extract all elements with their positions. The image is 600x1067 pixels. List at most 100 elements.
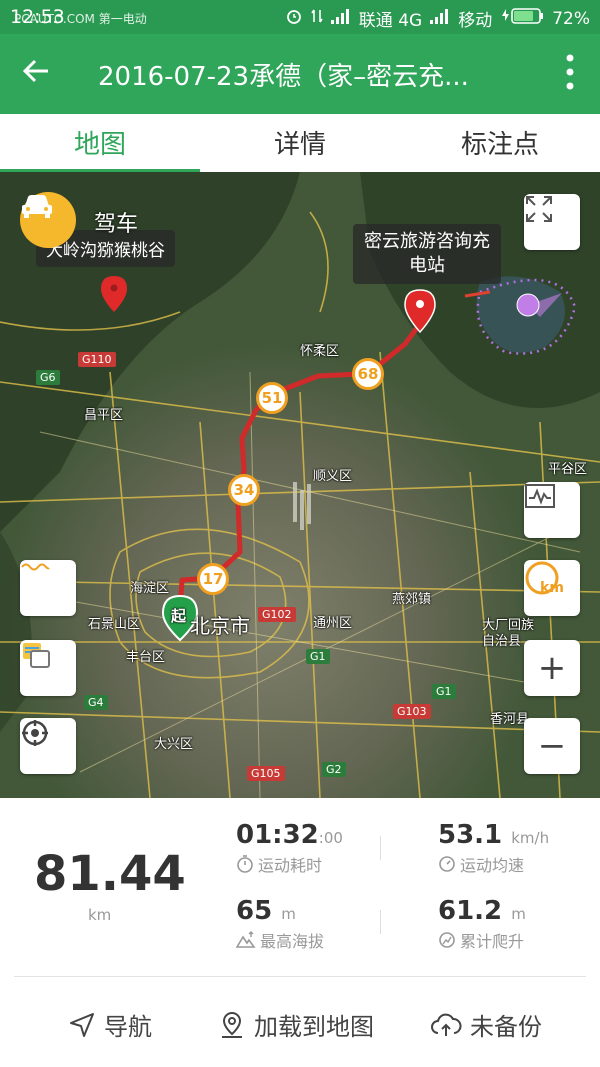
tab-map[interactable]: 地图 — [0, 124, 200, 161]
road-shield: G1 — [306, 649, 330, 664]
watermark-text: PCAUTO.COM 第一电动 — [14, 12, 147, 26]
backup-label: 未备份 — [470, 1013, 542, 1041]
drive-mode-label: 驾车 — [94, 212, 139, 237]
km-marker-toggle[interactable]: km — [524, 560, 580, 616]
status-icons: 联通 4G 移动 72% — [285, 6, 590, 31]
place-label: 海淀区 — [130, 581, 170, 596]
climb-value: 61.2 — [438, 896, 503, 926]
app-bar: 2016-07-23承德（家–密云充... — [0, 34, 600, 114]
duration-seconds: :00 — [318, 829, 343, 847]
status-bar: 12:53 PCAUTO.COM 第一电动 联通 4G 移动 72% — [0, 0, 600, 34]
road-shield: G1 — [432, 684, 456, 699]
tab-details[interactable]: 详情 — [200, 124, 400, 161]
divider — [380, 910, 381, 934]
load-to-map-label: 加载到地图 — [254, 1013, 374, 1041]
max-alt-unit: m — [281, 905, 296, 923]
route-style-button[interactable] — [20, 560, 76, 616]
signal-icon — [430, 8, 450, 29]
stat-climb: 61.2 m 累计爬升 — [438, 896, 526, 952]
end-popup[interactable]: 密云旅游咨询充 电站 — [353, 224, 501, 284]
fullscreen-button[interactable] — [524, 194, 580, 250]
place-label: 石景山区 — [88, 617, 141, 632]
place-label: 大兴区 — [154, 737, 194, 752]
road-shield: G2 — [322, 762, 346, 777]
max-alt-value: 65 — [236, 896, 273, 926]
alarm-icon — [285, 7, 303, 30]
place-label: 平谷区 — [548, 462, 588, 477]
km-marker[interactable]: 68 — [352, 358, 384, 390]
road-shield: G4 — [84, 695, 108, 710]
duration-label: 运动耗时 — [258, 856, 323, 875]
stat-duration: 01:32:00 运动耗时 — [236, 820, 343, 876]
place-label: 昌平区 — [84, 408, 124, 423]
place-label: 丰台区 — [126, 650, 166, 665]
back-button[interactable] — [22, 54, 50, 94]
place-label: 北京市 — [190, 614, 250, 638]
zoom-in-button[interactable]: + — [524, 640, 580, 696]
navigate-button[interactable]: 导航 — [68, 1007, 152, 1042]
wave-line-icon — [21, 563, 50, 571]
signal-icon — [330, 8, 351, 29]
divider — [380, 836, 381, 860]
navigate-label: 导航 — [104, 1013, 152, 1041]
battery-level: 72% — [552, 8, 590, 29]
load-to-map-button[interactable]: 加载到地图 — [218, 1007, 374, 1042]
km-toggle-label: km — [540, 580, 564, 596]
map-pin-icon — [222, 1011, 242, 1038]
stopwatch-icon — [237, 855, 253, 873]
fullscreen-icon — [526, 196, 552, 222]
more-vertical-icon — [566, 54, 574, 90]
start-marker-label: 起 — [171, 607, 187, 625]
avg-speed-unit: km/h — [511, 829, 550, 847]
more-menu-button[interactable] — [566, 52, 574, 92]
map-layers-icon — [23, 643, 50, 668]
action-bar: 导航 加载到地图 未备份 — [0, 977, 600, 1067]
place-label: 怀柔区 — [300, 344, 340, 359]
arrow-left-icon — [22, 59, 48, 83]
stat-avg-speed: 53.1 km/h 运动均速 — [438, 820, 549, 876]
map-view[interactable]: 起 17 34 51 68 怀柔区 昌平区 顺义区 平谷区 海淀区 北京市 石景… — [0, 172, 600, 798]
km-marker[interactable]: 34 — [228, 474, 260, 506]
place-label: 燕郊镇 — [392, 592, 432, 607]
road-shield: G6 — [36, 370, 60, 385]
backup-button[interactable]: 未备份 — [430, 1007, 542, 1042]
avg-speed-label: 运动均速 — [460, 856, 525, 875]
navigation-arrow-icon — [70, 1012, 94, 1037]
end-popup-line: 电站 — [409, 255, 445, 276]
place-label: 顺义区 — [313, 469, 353, 484]
locate-icon — [22, 720, 48, 746]
climb-unit: m — [511, 905, 526, 923]
duration-value: 01:32 — [236, 820, 319, 850]
climb-label: 累计爬升 — [460, 932, 525, 951]
cloud-upload-icon — [431, 1013, 462, 1036]
avg-speed-value: 53.1 — [438, 820, 503, 850]
place-label: 通州区 — [313, 616, 353, 631]
elevation-chart-icon — [525, 484, 555, 508]
road-shield: G105 — [247, 766, 285, 781]
carrier-1: 联通 4G — [358, 11, 423, 31]
mountain-icon — [236, 931, 256, 948]
trip-stats: 81.44 km 01:32:00 运动耗时 53.1 km/h 运动均速 65… — [0, 798, 600, 978]
km-marker[interactable]: 51 — [256, 382, 288, 414]
climb-icon — [439, 932, 455, 948]
distance-value: 81.44 — [34, 846, 186, 902]
carrier-2: 移动 — [458, 11, 493, 31]
page-title: 2016-07-23承德（家–密云充... — [98, 62, 469, 92]
road-shield: G102 — [258, 607, 296, 622]
locate-button[interactable] — [20, 718, 76, 774]
distance-unit: km — [88, 906, 112, 924]
map-layers-button[interactable] — [20, 640, 76, 696]
poi-popup-label: 大岭沟猕猴桃谷 — [46, 241, 165, 261]
drive-mode-button[interactable] — [20, 192, 76, 248]
data-transfer-icon — [311, 7, 323, 30]
car-icon — [22, 195, 52, 218]
elevation-chart-button[interactable] — [524, 482, 580, 538]
km-marker[interactable]: 17 — [197, 563, 229, 595]
stat-max-altitude: 65 m 最高海拔 — [236, 896, 324, 952]
tab-markers[interactable]: 标注点 — [400, 124, 600, 161]
zoom-out-button[interactable]: − — [524, 718, 580, 774]
road-shield: G103 — [393, 704, 431, 719]
end-popup-line: 密云旅游咨询充 — [364, 231, 490, 252]
battery-icon — [500, 7, 544, 30]
max-alt-label: 最高海拔 — [260, 932, 325, 951]
